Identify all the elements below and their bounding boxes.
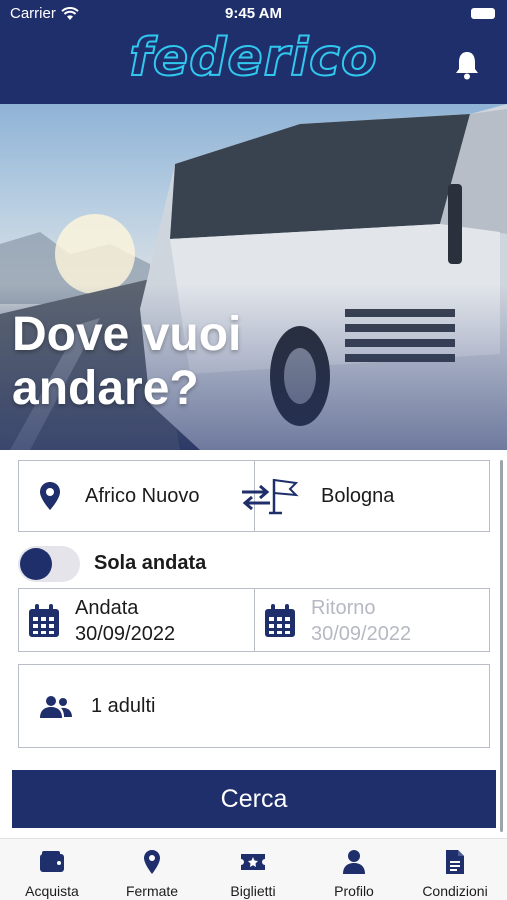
location-pin-icon	[40, 482, 60, 510]
tab-label: Biglietti	[230, 883, 276, 899]
ticket-icon	[241, 854, 265, 870]
departure-value: Africo Nuovo	[85, 485, 200, 507]
search-button[interactable]: Cerca	[12, 770, 496, 828]
wallet-icon	[40, 851, 64, 872]
user-icon	[343, 850, 365, 874]
status-bar: Carrier 9:45 AM	[0, 0, 507, 28]
hero-headline: Dove vuoi andare?	[12, 308, 242, 415]
departure-field[interactable]: Africo Nuovo	[18, 460, 255, 532]
map-pin-icon	[144, 850, 160, 874]
passengers-value: 1 adulti	[91, 695, 156, 717]
app-screen: Carrier 9:45 AM federico Dove vuoi andar…	[0, 0, 507, 900]
status-time: 9:45 AM	[225, 5, 282, 22]
destination-value: Bologna	[321, 485, 395, 507]
tab-profilo[interactable]: Profilo	[304, 839, 404, 900]
document-icon	[446, 850, 464, 874]
return-date-field: Ritorno 30/09/2022	[254, 588, 490, 652]
outbound-date-label: Andata	[75, 597, 139, 619]
tab-label: Condizioni	[422, 883, 488, 899]
one-way-label: Sola andata	[94, 552, 207, 574]
toggle-knob	[20, 548, 52, 580]
one-way-toggle[interactable]	[18, 546, 80, 582]
hero-banner: Dove vuoi andare?	[0, 104, 507, 450]
tab-biglietti[interactable]: Biglietti	[203, 839, 303, 900]
calendar-icon	[29, 604, 59, 637]
passengers-field[interactable]: 1 adulti	[18, 664, 490, 748]
bottom-tab-bar: Acquista Fermate Biglietti Profilo Condi…	[0, 838, 507, 900]
calendar-icon	[265, 604, 295, 637]
tab-fermate[interactable]: Fermate	[102, 839, 202, 900]
tab-label: Fermate	[125, 883, 179, 899]
app-header: Carrier 9:45 AM federico	[0, 0, 507, 104]
return-date-label: Ritorno	[311, 597, 376, 619]
outbound-date-value: 30/09/2022	[75, 623, 176, 645]
tab-condizioni[interactable]: Condizioni	[405, 839, 505, 900]
return-date-value: 30/09/2022	[311, 623, 412, 645]
tab-acquista[interactable]: Acquista	[2, 839, 102, 900]
bell-icon[interactable]	[453, 50, 481, 80]
destination-flag-icon	[269, 479, 299, 515]
outbound-date-field[interactable]: Andata 30/09/2022	[18, 588, 255, 652]
users-icon	[40, 696, 72, 718]
battery-icon	[471, 8, 495, 19]
tab-label: Acquista	[25, 883, 79, 899]
scrollbar[interactable]	[500, 460, 503, 832]
tab-label: Profilo	[334, 883, 374, 899]
app-logo: federico	[128, 27, 378, 89]
